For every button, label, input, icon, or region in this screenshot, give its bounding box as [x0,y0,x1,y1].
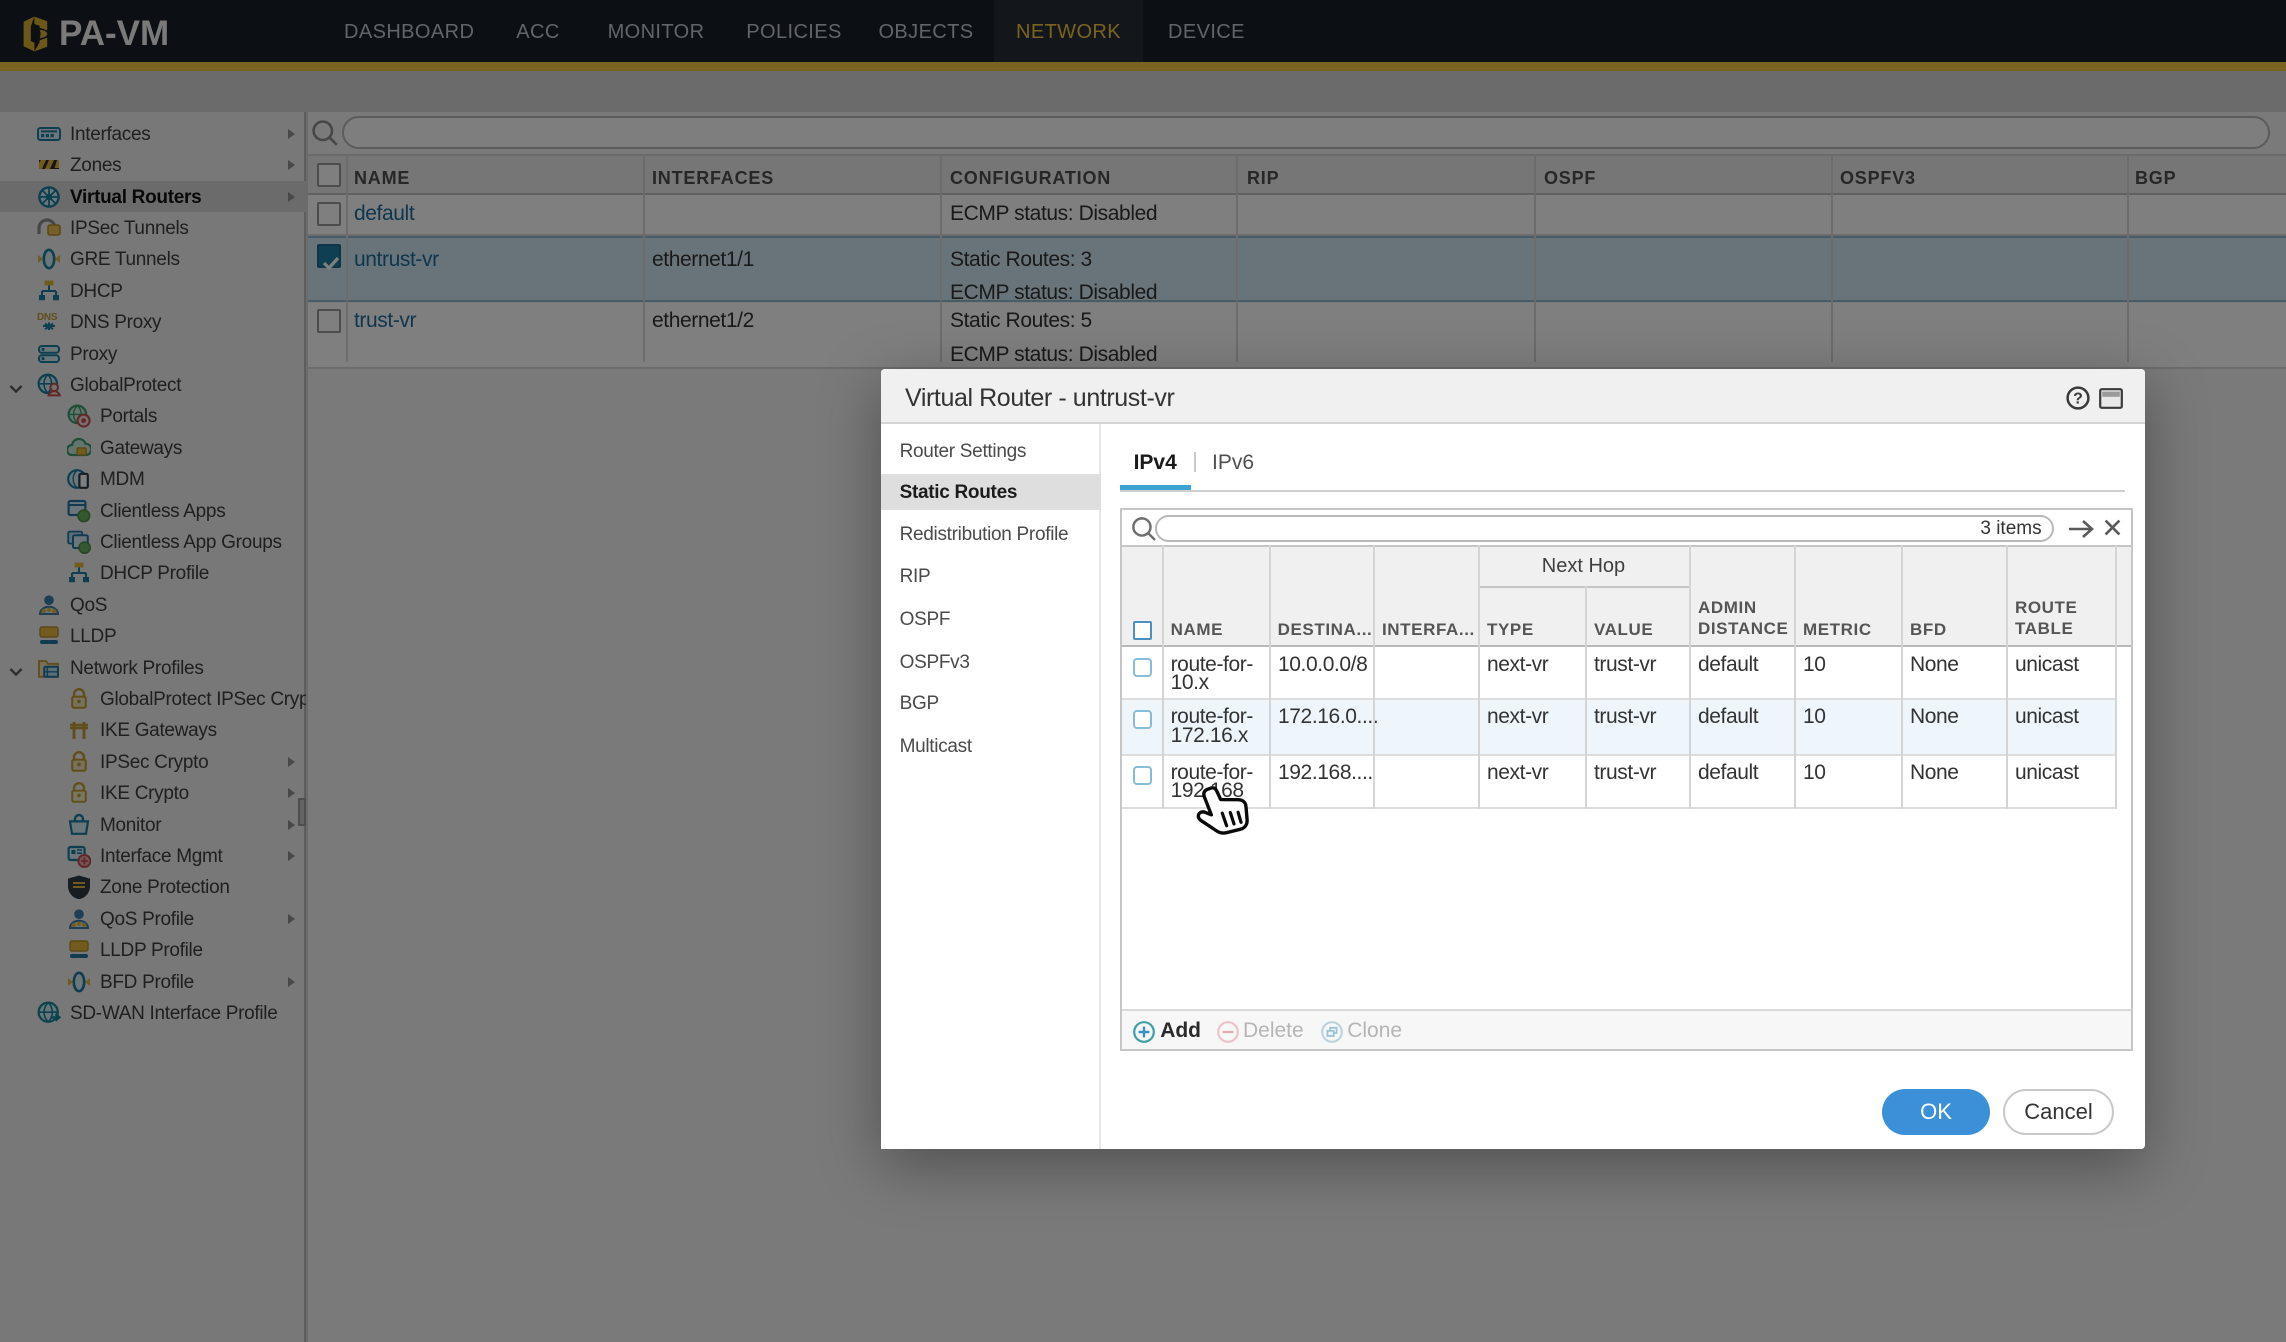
svg-text:?: ? [2073,391,2083,408]
